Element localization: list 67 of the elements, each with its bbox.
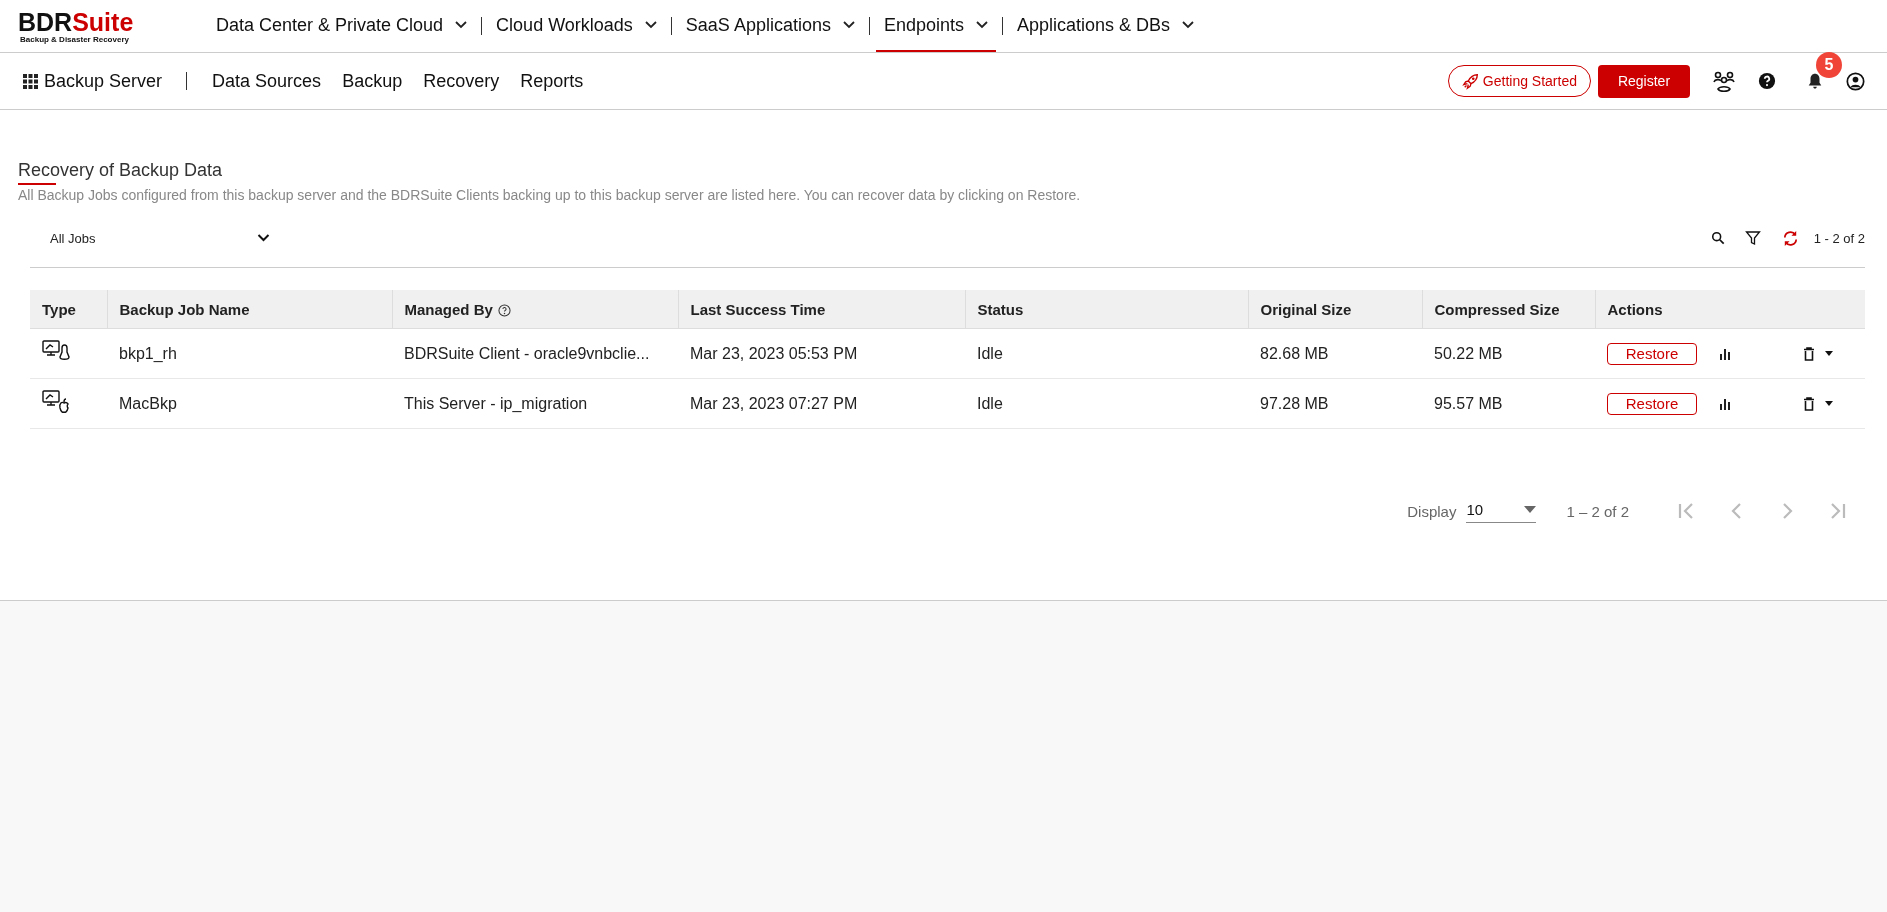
table-cell: BDRSuite Client - oracle9vnbclie...: [392, 328, 678, 379]
page-size-dropdown[interactable]: 10: [1466, 499, 1537, 523]
column-header: Status: [965, 290, 1248, 329]
register-button[interactable]: Register: [1598, 64, 1690, 98]
computer-apple-icon: [42, 388, 70, 415]
job-filter-dropdown[interactable]: All Jobs: [30, 230, 270, 246]
caret-down-icon[interactable]: [1825, 401, 1833, 406]
logo-text: BDR: [18, 7, 73, 36]
chevron-down-icon: [842, 21, 855, 29]
help-icon[interactable]: [1758, 72, 1776, 90]
chevron-down-icon: [257, 234, 270, 242]
page-title: Recovery of Backup Data: [18, 160, 223, 185]
logo-text-accent: Suite: [72, 7, 134, 36]
filter-icon[interactable]: [1744, 230, 1761, 246]
column-header: Actions: [1595, 290, 1865, 329]
column-header: Backup Job Name: [107, 290, 392, 329]
chevron-down-icon: [976, 21, 988, 29]
notification-count-badge: 5: [1816, 52, 1842, 78]
restore-button[interactable]: Restore: [1607, 342, 1697, 365]
chevron-down-icon: [644, 21, 657, 29]
caret-down-icon: [1524, 506, 1537, 513]
rocket-icon: [1461, 72, 1480, 90]
table-cell: bkp1_rh: [107, 328, 392, 379]
table-cell: This Server - ip_migration: [392, 378, 678, 429]
nav-tab[interactable]: Cloud Workloads: [488, 0, 665, 52]
getting-started-button[interactable]: Getting Started: [1447, 65, 1591, 97]
chevron-down-icon: [455, 21, 468, 29]
table-cell: 50.22 MB: [1422, 328, 1595, 379]
nav-link[interactable]: Recovery: [423, 70, 500, 92]
bar-chart-icon[interactable]: [1719, 347, 1731, 360]
apps-grid-icon[interactable]: [23, 73, 38, 89]
logo-tagline: Backup & Disaster Recovery: [20, 34, 130, 44]
nav-tab[interactable]: Applications & DBs: [1009, 0, 1203, 52]
page-description: All Backup Jobs configured from this backup server and the BDRSuite Clients backing up to this backup server are listed here. You can recover data by clicking on Restore.: [18, 187, 1082, 203]
column-header: Last Success Time: [678, 290, 965, 329]
restore-button[interactable]: Restore: [1607, 392, 1697, 415]
table-cell: Idle: [965, 328, 1248, 379]
nav-tab[interactable]: SaaS Applications: [677, 0, 863, 52]
nav-link[interactable]: Backup: [342, 70, 403, 92]
table-cell: 95.57 MB: [1422, 378, 1595, 429]
table-cell: Idle: [965, 378, 1248, 429]
chevron-down-icon: [1182, 21, 1195, 29]
backup-server-link[interactable]: Backup Server: [44, 70, 163, 92]
column-header: Managed By: [392, 290, 678, 329]
column-header: Type: [30, 290, 107, 329]
caret-down-icon[interactable]: [1825, 351, 1833, 356]
nav-link[interactable]: Data Sources: [212, 70, 322, 92]
table-cell: Mar 23, 2023 05:53 PM: [678, 328, 965, 379]
table-cell: 82.68 MB: [1248, 328, 1422, 379]
people-icon[interactable]: [1712, 69, 1736, 93]
trash-icon[interactable]: [1803, 346, 1815, 361]
display-label: Display: [1407, 502, 1457, 520]
user-avatar-icon[interactable]: [1846, 71, 1865, 91]
column-header: Original Size: [1248, 290, 1422, 329]
search-icon[interactable]: [1710, 231, 1725, 245]
help-circle-icon[interactable]: [497, 304, 511, 318]
nav-tab[interactable]: Data Center & Private Cloud: [208, 0, 476, 52]
bar-chart-icon[interactable]: [1719, 397, 1731, 410]
page-range: 1 – 2 of 2: [1566, 502, 1629, 520]
trash-icon[interactable]: [1803, 396, 1815, 411]
table-cell: Mar 23, 2023 07:27 PM: [678, 378, 965, 429]
column-header: Compressed Size: [1422, 290, 1595, 329]
nav-link[interactable]: Reports: [520, 70, 584, 92]
notification-bell-icon[interactable]: [1806, 72, 1824, 90]
record-count: 1 - 2 of 2: [1813, 230, 1865, 246]
table-cell: 97.28 MB: [1248, 378, 1422, 429]
table-cell: MacBkp: [107, 378, 392, 429]
